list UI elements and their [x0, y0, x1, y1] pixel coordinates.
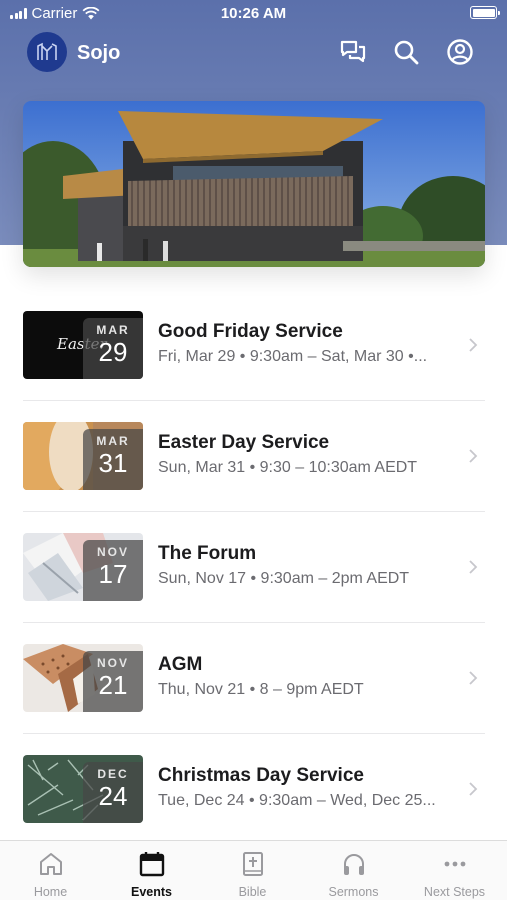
event-thumbnail: NOV 17 — [23, 533, 143, 601]
more-icon — [444, 861, 466, 867]
battery-icon — [470, 6, 500, 19]
chevron-right-icon — [469, 782, 478, 796]
date-day: 21 — [98, 670, 128, 700]
event-title: Christmas Day Service — [158, 765, 364, 786]
tab-home[interactable]: Home — [0, 841, 101, 900]
search-icon[interactable] — [391, 37, 421, 67]
event-row[interactable]: MAR 31 Easter Day Service Sun, Mar 31 • … — [0, 401, 507, 512]
chevron-right-icon — [469, 338, 478, 352]
event-thumbnail: DEC 24 — [23, 755, 143, 823]
date-day: 29 — [98, 337, 128, 367]
event-thumbnail: NOV 21 — [23, 644, 143, 712]
date-month: NOV — [96, 656, 129, 670]
date-month: MAR — [96, 323, 130, 337]
tab-bible[interactable]: Bible — [202, 841, 303, 900]
app-title: Sojo — [77, 42, 121, 64]
status-bar: Carrier 10:26 AM — [0, 0, 507, 30]
chevron-right-icon — [469, 449, 478, 463]
event-thumbnail: MAR 31 — [23, 422, 143, 490]
date-day: 17 — [98, 559, 128, 589]
tab-label: Next Steps — [423, 885, 486, 899]
chevron-right-icon — [469, 671, 478, 685]
event-title: Good Friday Service — [158, 321, 343, 342]
date-month: NOV — [96, 545, 129, 559]
event-subtitle: Fri, Mar 29 • 9:30am – Sat, Mar 30 •... — [158, 348, 428, 365]
event-subtitle: Sun, Nov 17 • 9:30am – 2pm AEDT — [158, 570, 410, 587]
event-row[interactable]: NOV 21 AGM Thu, Nov 21 • 8 – 9pm AEDT — [0, 623, 507, 734]
chevron-right-icon — [469, 560, 478, 574]
event-thumbnail: Easter MAR 29 — [23, 311, 143, 379]
date-month: DEC — [97, 767, 129, 781]
tab-next-steps[interactable]: Next Steps — [404, 841, 505, 900]
date-badge: NOV 17 — [83, 540, 143, 601]
event-subtitle: Sun, Mar 31 • 9:30 – 10:30am AEDT — [158, 459, 418, 476]
date-badge: NOV 21 — [83, 651, 143, 712]
event-title: Easter Day Service — [158, 432, 330, 453]
tab-sermons[interactable]: Sermons — [303, 841, 404, 900]
date-day: 31 — [98, 448, 128, 478]
tab-label: Sermons — [328, 885, 379, 899]
tab-label: Home — [33, 885, 68, 899]
event-title: The Forum — [158, 543, 257, 564]
event-row[interactable]: Easter MAR 29 Good Friday Service Fri, M… — [0, 290, 507, 401]
event-row[interactable]: NOV 17 The Forum Sun, Nov 17 • 9:30am – … — [0, 512, 507, 623]
tab-bar: Home Events Bible Sermons Next Steps — [0, 840, 507, 900]
date-month: MAR — [96, 434, 130, 448]
hero-image[interactable] — [23, 101, 485, 267]
status-time: 10:26 AM — [220, 5, 287, 22]
event-subtitle: Thu, Nov 21 • 8 – 9pm AEDT — [158, 681, 364, 698]
date-badge: DEC 24 — [83, 762, 143, 823]
profile-icon[interactable] — [445, 37, 475, 67]
date-day: 24 — [98, 781, 128, 811]
event-subtitle: Tue, Dec 24 • 9:30am – Wed, Dec 25... — [158, 792, 436, 809]
date-badge: MAR 31 — [83, 429, 143, 490]
tab-label: Bible — [238, 885, 267, 899]
tab-events[interactable]: Events — [101, 841, 202, 900]
event-row[interactable]: DEC 24 Christmas Day Service Tue, Dec 24… — [0, 734, 507, 845]
event-title: AGM — [158, 654, 203, 675]
tab-label: Events — [131, 885, 172, 899]
headphones-icon — [344, 854, 364, 875]
chat-bubbles-icon[interactable] — [338, 37, 368, 67]
home-icon — [40, 853, 62, 875]
bible-icon — [243, 852, 263, 876]
logo-icon[interactable] — [27, 32, 67, 72]
app-bar: Sojo — [0, 30, 507, 76]
date-badge: MAR 29 — [83, 318, 143, 379]
calendar-icon — [139, 852, 165, 877]
